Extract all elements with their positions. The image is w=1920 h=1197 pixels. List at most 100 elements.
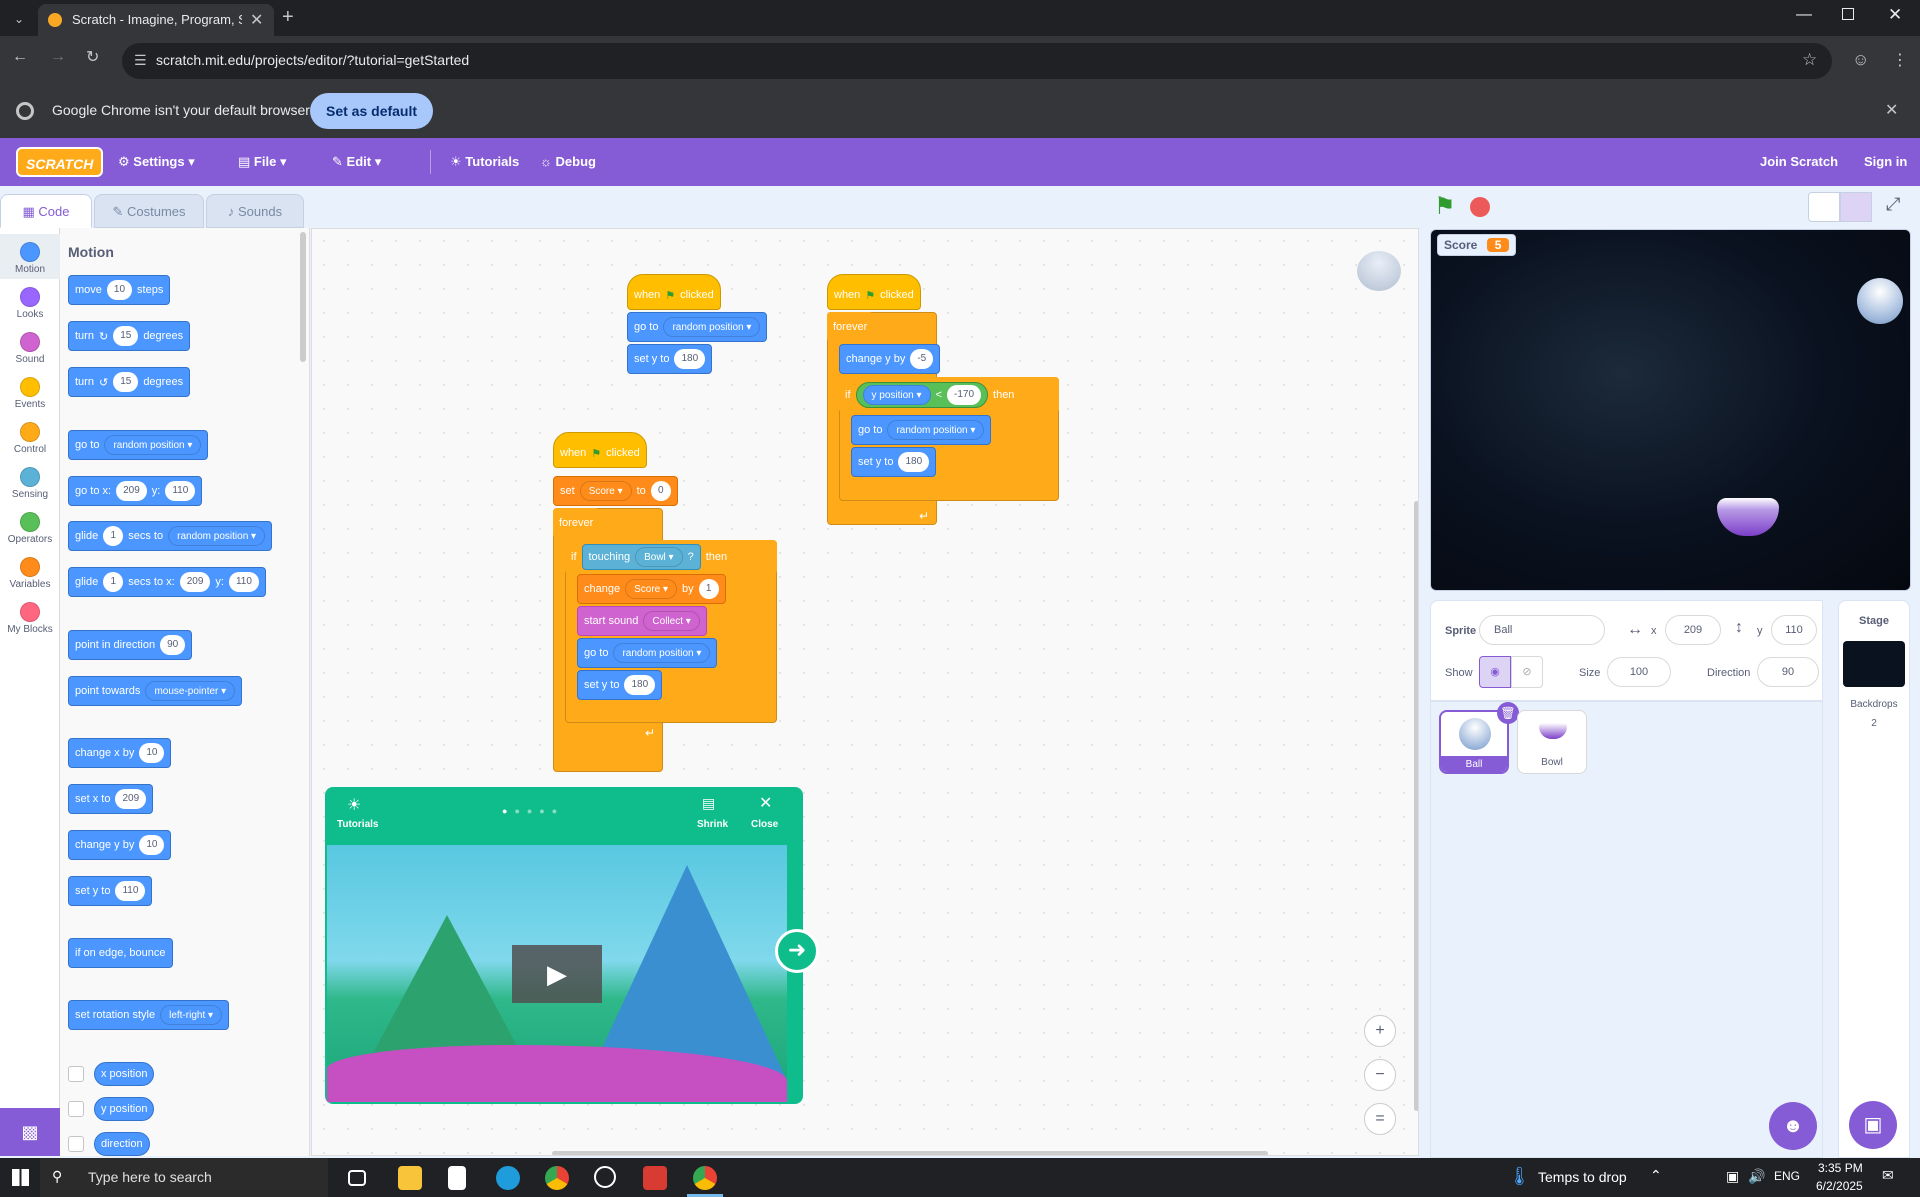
block-input[interactable]: 1 [103, 572, 124, 592]
tutorial-card[interactable]: ☀ Tutorials ●●●●● ▤ Shrink ✕ Close ▶ [325, 787, 803, 1104]
point-towards-block[interactable]: point towards mouse-pointer [68, 676, 243, 706]
tab-sounds[interactable]: ♪ Sounds [206, 194, 304, 228]
go-to-xy-block[interactable]: go to x: 209 y: 110 [68, 476, 203, 506]
forever-block[interactable]: forever [553, 508, 600, 538]
language-indicator[interactable]: ENG [1774, 1169, 1800, 1183]
category-my-blocks[interactable]: My Blocks [0, 594, 60, 639]
block-input[interactable]: 110 [165, 481, 196, 501]
green-flag-button[interactable]: ⚑ [1434, 192, 1456, 221]
x-position-checkbox[interactable] [68, 1066, 84, 1082]
glide-xy-block[interactable]: glide 1 secs to x: 209 y: 110 [68, 567, 266, 597]
go-to-block[interactable]: go to random position [627, 312, 768, 342]
profile-icon[interactable]: ☺ [1852, 50, 1869, 70]
block-dropdown[interactable]: random position [887, 420, 985, 440]
stage-canvas[interactable]: Score 5 [1430, 229, 1911, 591]
windows-start-icon[interactable] [12, 1169, 29, 1186]
block-input[interactable]: 90 [160, 635, 186, 655]
y-position-checkbox[interactable] [68, 1101, 84, 1117]
block-input[interactable]: -170 [947, 385, 982, 405]
set-x-block[interactable]: set x to 209 [68, 784, 154, 814]
go-to-block[interactable]: go to random position [577, 638, 718, 668]
delete-sprite-icon[interactable]: 🗑 [1497, 702, 1519, 724]
stop-button[interactable] [1470, 197, 1490, 217]
turn-right-block[interactable]: turn ↻ 15 degrees [68, 321, 191, 351]
sign-in-link[interactable]: Sign in [1864, 138, 1907, 186]
block-input[interactable]: 180 [898, 452, 930, 472]
block-dropdown[interactable]: Collect [643, 611, 700, 631]
join-scratch-link[interactable]: Join Scratch [1760, 138, 1838, 186]
block-input[interactable]: 10 [106, 280, 133, 300]
block-dropdown[interactable]: left-right [160, 1005, 223, 1025]
clock-date[interactable]: 6/2/2025 [1816, 1179, 1863, 1193]
set-y-block[interactable]: set y to 180 [627, 344, 713, 374]
block-input[interactable]: 0 [650, 481, 671, 501]
point-in-direction-block[interactable]: point in direction 90 [68, 630, 193, 660]
category-looks[interactable]: Looks [0, 279, 60, 324]
rotation-style-block[interactable]: set rotation style left-right [68, 1000, 230, 1030]
direction-reporter[interactable]: direction [94, 1132, 150, 1156]
touching-sensing-block[interactable]: touching Bowl? [581, 544, 701, 570]
document-icon[interactable] [448, 1166, 466, 1190]
edge-bounce-block[interactable]: if on edge, bounce [68, 938, 173, 968]
tab-costumes[interactable]: ✎ Costumes [94, 194, 204, 228]
task-view-icon[interactable] [348, 1170, 366, 1186]
block-input[interactable]: 209 [116, 481, 147, 501]
block-dropdown[interactable]: random position [168, 526, 266, 546]
stage-selector[interactable]: Stage Backdrops 2 ▣ [1838, 600, 1910, 1158]
category-operators[interactable]: Operators [0, 504, 60, 549]
score-monitor[interactable]: Score 5 [1437, 234, 1517, 256]
settings-menu[interactable]: ⚙ Settings ▾ [118, 138, 195, 186]
volume-icon[interactable]: 🔊 [1748, 1168, 1765, 1185]
direction-checkbox[interactable] [68, 1136, 84, 1152]
tutorial-label[interactable]: Tutorials [337, 819, 378, 830]
wps-icon[interactable] [643, 1166, 667, 1190]
add-backdrop-button[interactable]: ▣ [1849, 1101, 1897, 1149]
block-input[interactable]: 209 [115, 789, 147, 809]
change-y-block[interactable]: change y by 10 [68, 830, 172, 860]
tutorial-step-dots[interactable]: ●●●●● [502, 806, 564, 816]
bowl-sprite[interactable] [1717, 498, 1779, 536]
show-visible-button[interactable]: ◉ [1479, 656, 1511, 688]
tutorial-video[interactable]: ▶ [327, 845, 787, 1102]
less-than-operator[interactable]: y position < -170 [855, 382, 989, 408]
add-sprite-button[interactable]: ☻ [1769, 1102, 1817, 1150]
block-input[interactable]: 209 [179, 572, 211, 592]
show-hidden-button[interactable]: ⊘ [1511, 656, 1543, 688]
back-icon[interactable]: ← [12, 48, 28, 66]
ball-sprite[interactable] [1857, 278, 1903, 324]
shrink-button[interactable]: Shrink [697, 819, 728, 830]
normal-stage-button[interactable] [1840, 192, 1872, 222]
block-dropdown[interactable]: Bowl [635, 547, 683, 567]
category-sound[interactable]: Sound [0, 324, 60, 369]
go-to-block[interactable]: go to random position [68, 430, 209, 460]
infobar-close-icon[interactable]: ✕ [1885, 100, 1898, 120]
category-control[interactable]: Control [0, 414, 60, 459]
sprite-name-field[interactable]: Ball [1479, 615, 1605, 645]
size-field[interactable]: 100 [1607, 657, 1671, 687]
small-stage-button[interactable] [1808, 192, 1840, 222]
block-input[interactable]: 1 [698, 579, 719, 599]
block-dropdown[interactable]: mouse-pointer [145, 681, 236, 701]
block-input[interactable]: 15 [113, 326, 139, 346]
workspace-hscrollbar[interactable] [552, 1151, 1268, 1155]
browser-tab[interactable]: Scratch - Imagine, Program, Sh ✕ [38, 4, 274, 36]
taskbar-search-box[interactable]: ⚲ Type here to search [40, 1158, 328, 1197]
app-icon[interactable] [594, 1166, 616, 1188]
category-events[interactable]: Events [0, 369, 60, 414]
block-dropdown[interactable]: random position [104, 435, 202, 455]
chrome-taskbar-icon[interactable] [545, 1166, 569, 1190]
tab-code[interactable]: ▦ Code [0, 194, 92, 228]
reload-icon[interactable]: ↻ [86, 47, 99, 67]
tray-chevron-icon[interactable]: ⌃ [1650, 1167, 1662, 1184]
change-x-block[interactable]: change x by 10 [68, 738, 172, 768]
block-input[interactable]: 10 [139, 835, 165, 855]
block-input[interactable]: 10 [139, 743, 165, 763]
zoom-out-button[interactable]: − [1364, 1059, 1396, 1091]
block-input[interactable]: 180 [674, 349, 706, 369]
go-to-block[interactable]: go to random position [851, 415, 992, 445]
y-position-reporter[interactable]: y position [862, 385, 931, 405]
block-input[interactable]: 15 [113, 372, 139, 392]
when-flag-clicked-hat[interactable]: when ⚑ clicked [827, 274, 921, 310]
direction-field[interactable]: 90 [1757, 657, 1819, 687]
block-dropdown[interactable]: Score [625, 579, 678, 599]
